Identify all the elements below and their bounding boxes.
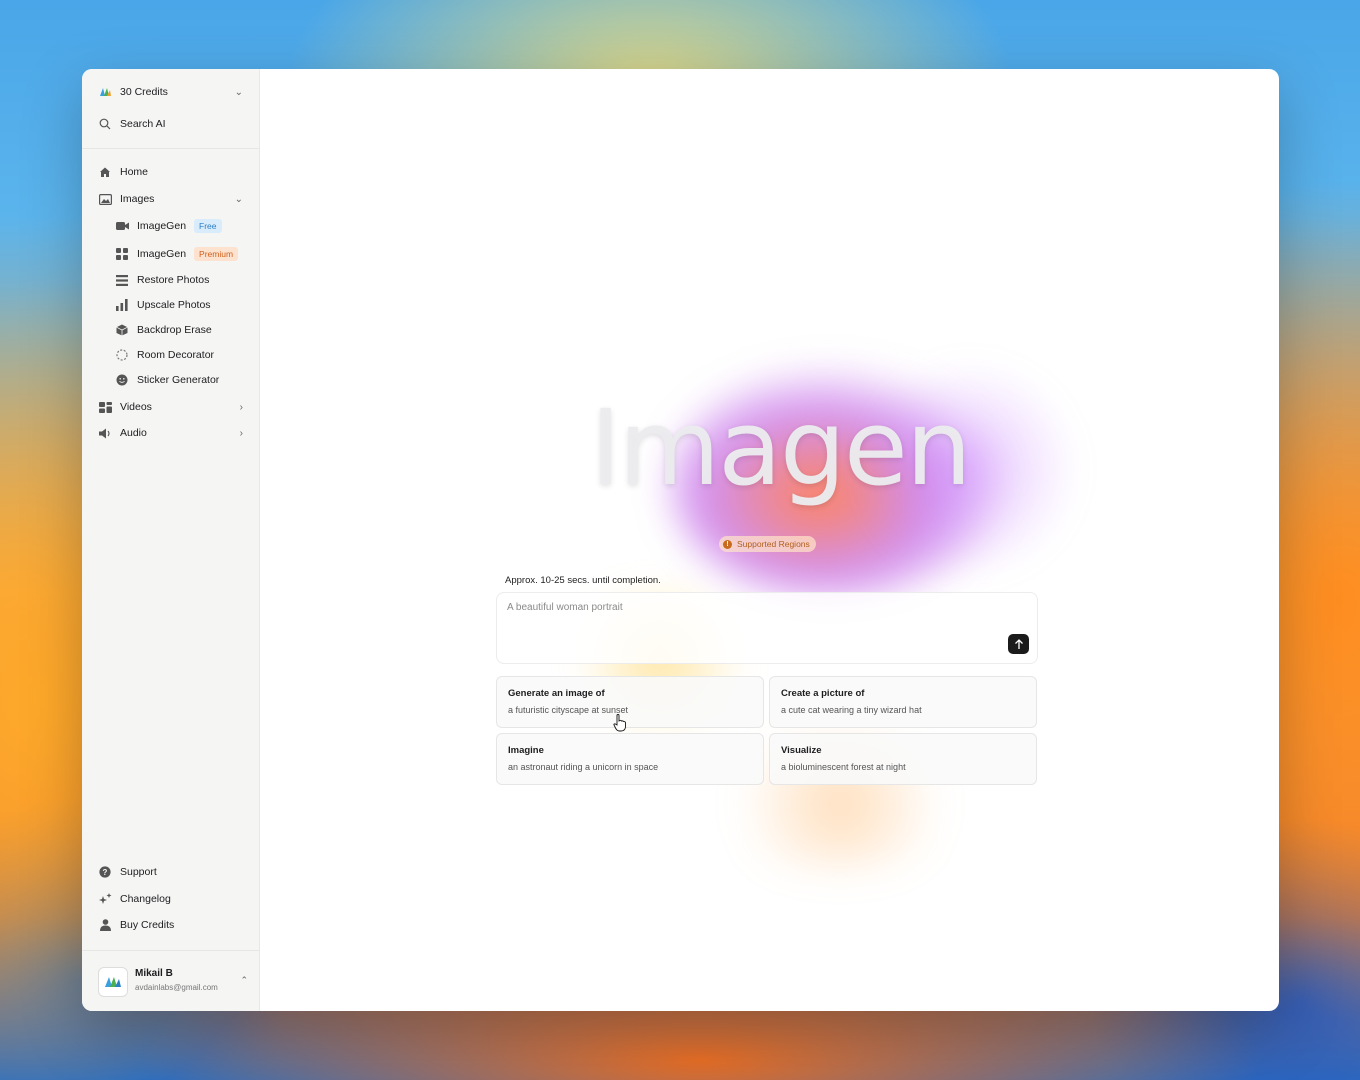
search-ai-label: Search AI <box>120 118 166 130</box>
suggestion-title: Create a picture of <box>781 688 865 699</box>
app-window: 30 Credits ⌄ Search AI Home Images ⌄ Ima… <box>82 69 1279 1011</box>
suggestion-subtitle: an astronaut riding a unicorn in space <box>508 762 659 772</box>
cube-icon <box>115 323 129 337</box>
main-content: Imagen ! Supported Regions Approx. 10-25… <box>260 69 1279 1011</box>
hand-cursor-icon <box>613 714 626 732</box>
upscale-photos-label: Upscale Photos <box>137 299 211 311</box>
list-icon <box>115 273 129 287</box>
changelog-label: Changelog <box>120 893 171 905</box>
nav-support[interactable]: ? Support <box>82 861 259 883</box>
arrow-up-icon <box>1014 638 1023 649</box>
suggestion-title: Imagine <box>508 745 544 756</box>
user-icon <box>98 918 112 932</box>
nav-audio-label: Audio <box>120 427 147 439</box>
nav-images-label: Images <box>120 193 155 205</box>
grid-icon <box>115 247 129 261</box>
user-email: avdainlabs@gmail.com <box>135 983 218 992</box>
nav-buy-credits[interactable]: Buy Credits <box>82 914 259 936</box>
user-name: Mikail B <box>135 968 173 979</box>
send-button[interactable] <box>1008 634 1029 654</box>
prompt-box <box>496 592 1038 664</box>
suggestion-card[interactable]: Imagine an astronaut riding a unicorn in… <box>496 733 764 785</box>
credits-selector[interactable]: 30 Credits ⌄ <box>82 81 259 103</box>
imagegen-premium-label: ImageGen <box>137 248 187 260</box>
image-icon <box>98 192 112 206</box>
backdrop-erase-label: Backdrop Erase <box>137 324 212 336</box>
chevron-down-icon: ⌄ <box>234 193 243 205</box>
nav-home-label: Home <box>120 166 149 178</box>
premium-badge: Premium <box>194 247 239 261</box>
suggestion-title: Visualize <box>781 745 822 756</box>
suggestion-card[interactable]: Create a picture of a cute cat wearing a… <box>769 676 1037 728</box>
imagegen-free-label: ImageGen <box>137 220 187 232</box>
free-badge: Free <box>194 219 222 233</box>
sidebar-item-sticker-generator[interactable]: Sticker Generator <box>82 369 259 391</box>
suggestion-subtitle: a futuristic cityscape at sunset <box>508 705 629 715</box>
home-icon <box>98 165 112 179</box>
imagegen-premium-label-wrap: ImageGen Premium <box>137 247 239 261</box>
restore-photos-label: Restore Photos <box>137 274 210 286</box>
divider <box>82 148 259 149</box>
chevron-up-icon: ⌃ <box>240 975 248 985</box>
suggestion-title: Generate an image of <box>508 688 605 699</box>
supported-regions-badge[interactable]: ! Supported Regions <box>719 536 816 552</box>
videos-icon <box>98 400 112 414</box>
logo-icon <box>98 85 112 99</box>
suggestion-subtitle: a cute cat wearing a tiny wizard hat <box>781 705 922 715</box>
nav-videos[interactable]: Videos › <box>82 396 259 418</box>
chevron-right-icon: › <box>239 427 243 439</box>
suggestion-subtitle: a bioluminescent forest at night <box>781 762 906 772</box>
sidebar-item-backdrop-erase[interactable]: Backdrop Erase <box>82 319 259 341</box>
sidebar: 30 Credits ⌄ Search AI Home Images ⌄ Ima… <box>82 69 260 1011</box>
nav-audio[interactable]: Audio › <box>82 422 259 444</box>
prompt-input[interactable] <box>505 601 989 614</box>
credits-label: 30 Credits <box>120 86 168 98</box>
speaker-icon <box>98 426 112 440</box>
suggestion-card[interactable]: Visualize a bioluminescent forest at nig… <box>769 733 1037 785</box>
sticker-generator-label: Sticker Generator <box>137 374 220 386</box>
search-icon <box>98 117 112 131</box>
sidebar-item-imagegen-free[interactable]: ImageGen Free <box>82 215 259 237</box>
help-icon: ? <box>98 865 112 879</box>
nav-images[interactable]: Images ⌄ <box>82 188 259 210</box>
divider <box>82 950 259 951</box>
sidebar-item-restore-photos[interactable]: Restore Photos <box>82 269 259 291</box>
sparkles-icon <box>98 892 112 906</box>
imagegen-free-label-wrap: ImageGen Free <box>137 219 222 233</box>
imagen-logo: Imagen <box>590 387 972 509</box>
buy-credits-label: Buy Credits <box>120 919 175 931</box>
sidebar-item-room-decorator[interactable]: Room Decorator <box>82 344 259 366</box>
completion-estimate: Approx. 10-25 secs. until completion. <box>505 575 661 586</box>
support-label: Support <box>120 866 157 878</box>
chevron-right-icon: › <box>239 401 243 413</box>
info-icon: ! <box>723 539 732 549</box>
avatar <box>98 967 128 997</box>
dashed-circle-icon <box>115 348 129 362</box>
nav-videos-label: Videos <box>120 401 152 413</box>
nav-changelog[interactable]: Changelog <box>82 888 259 910</box>
suggestion-card[interactable]: Generate an image of a futuristic citysc… <box>496 676 764 728</box>
supported-regions-label: Supported Regions <box>737 539 810 549</box>
svg-text:?: ? <box>103 868 108 877</box>
sidebar-item-upscale-photos[interactable]: Upscale Photos <box>82 294 259 316</box>
chevron-down-icon: ⌄ <box>234 86 243 98</box>
nav-home[interactable]: Home <box>82 161 259 183</box>
room-decorator-label: Room Decorator <box>137 349 215 361</box>
user-menu[interactable]: Mikail B avdainlabs@gmail.com ⌃ <box>98 967 248 997</box>
bar-chart-icon <box>115 298 129 312</box>
search-ai[interactable]: Search AI <box>82 113 259 135</box>
video-icon <box>115 219 129 233</box>
sidebar-item-imagegen-premium[interactable]: ImageGen Premium <box>82 243 259 265</box>
smiley-icon <box>115 373 129 387</box>
